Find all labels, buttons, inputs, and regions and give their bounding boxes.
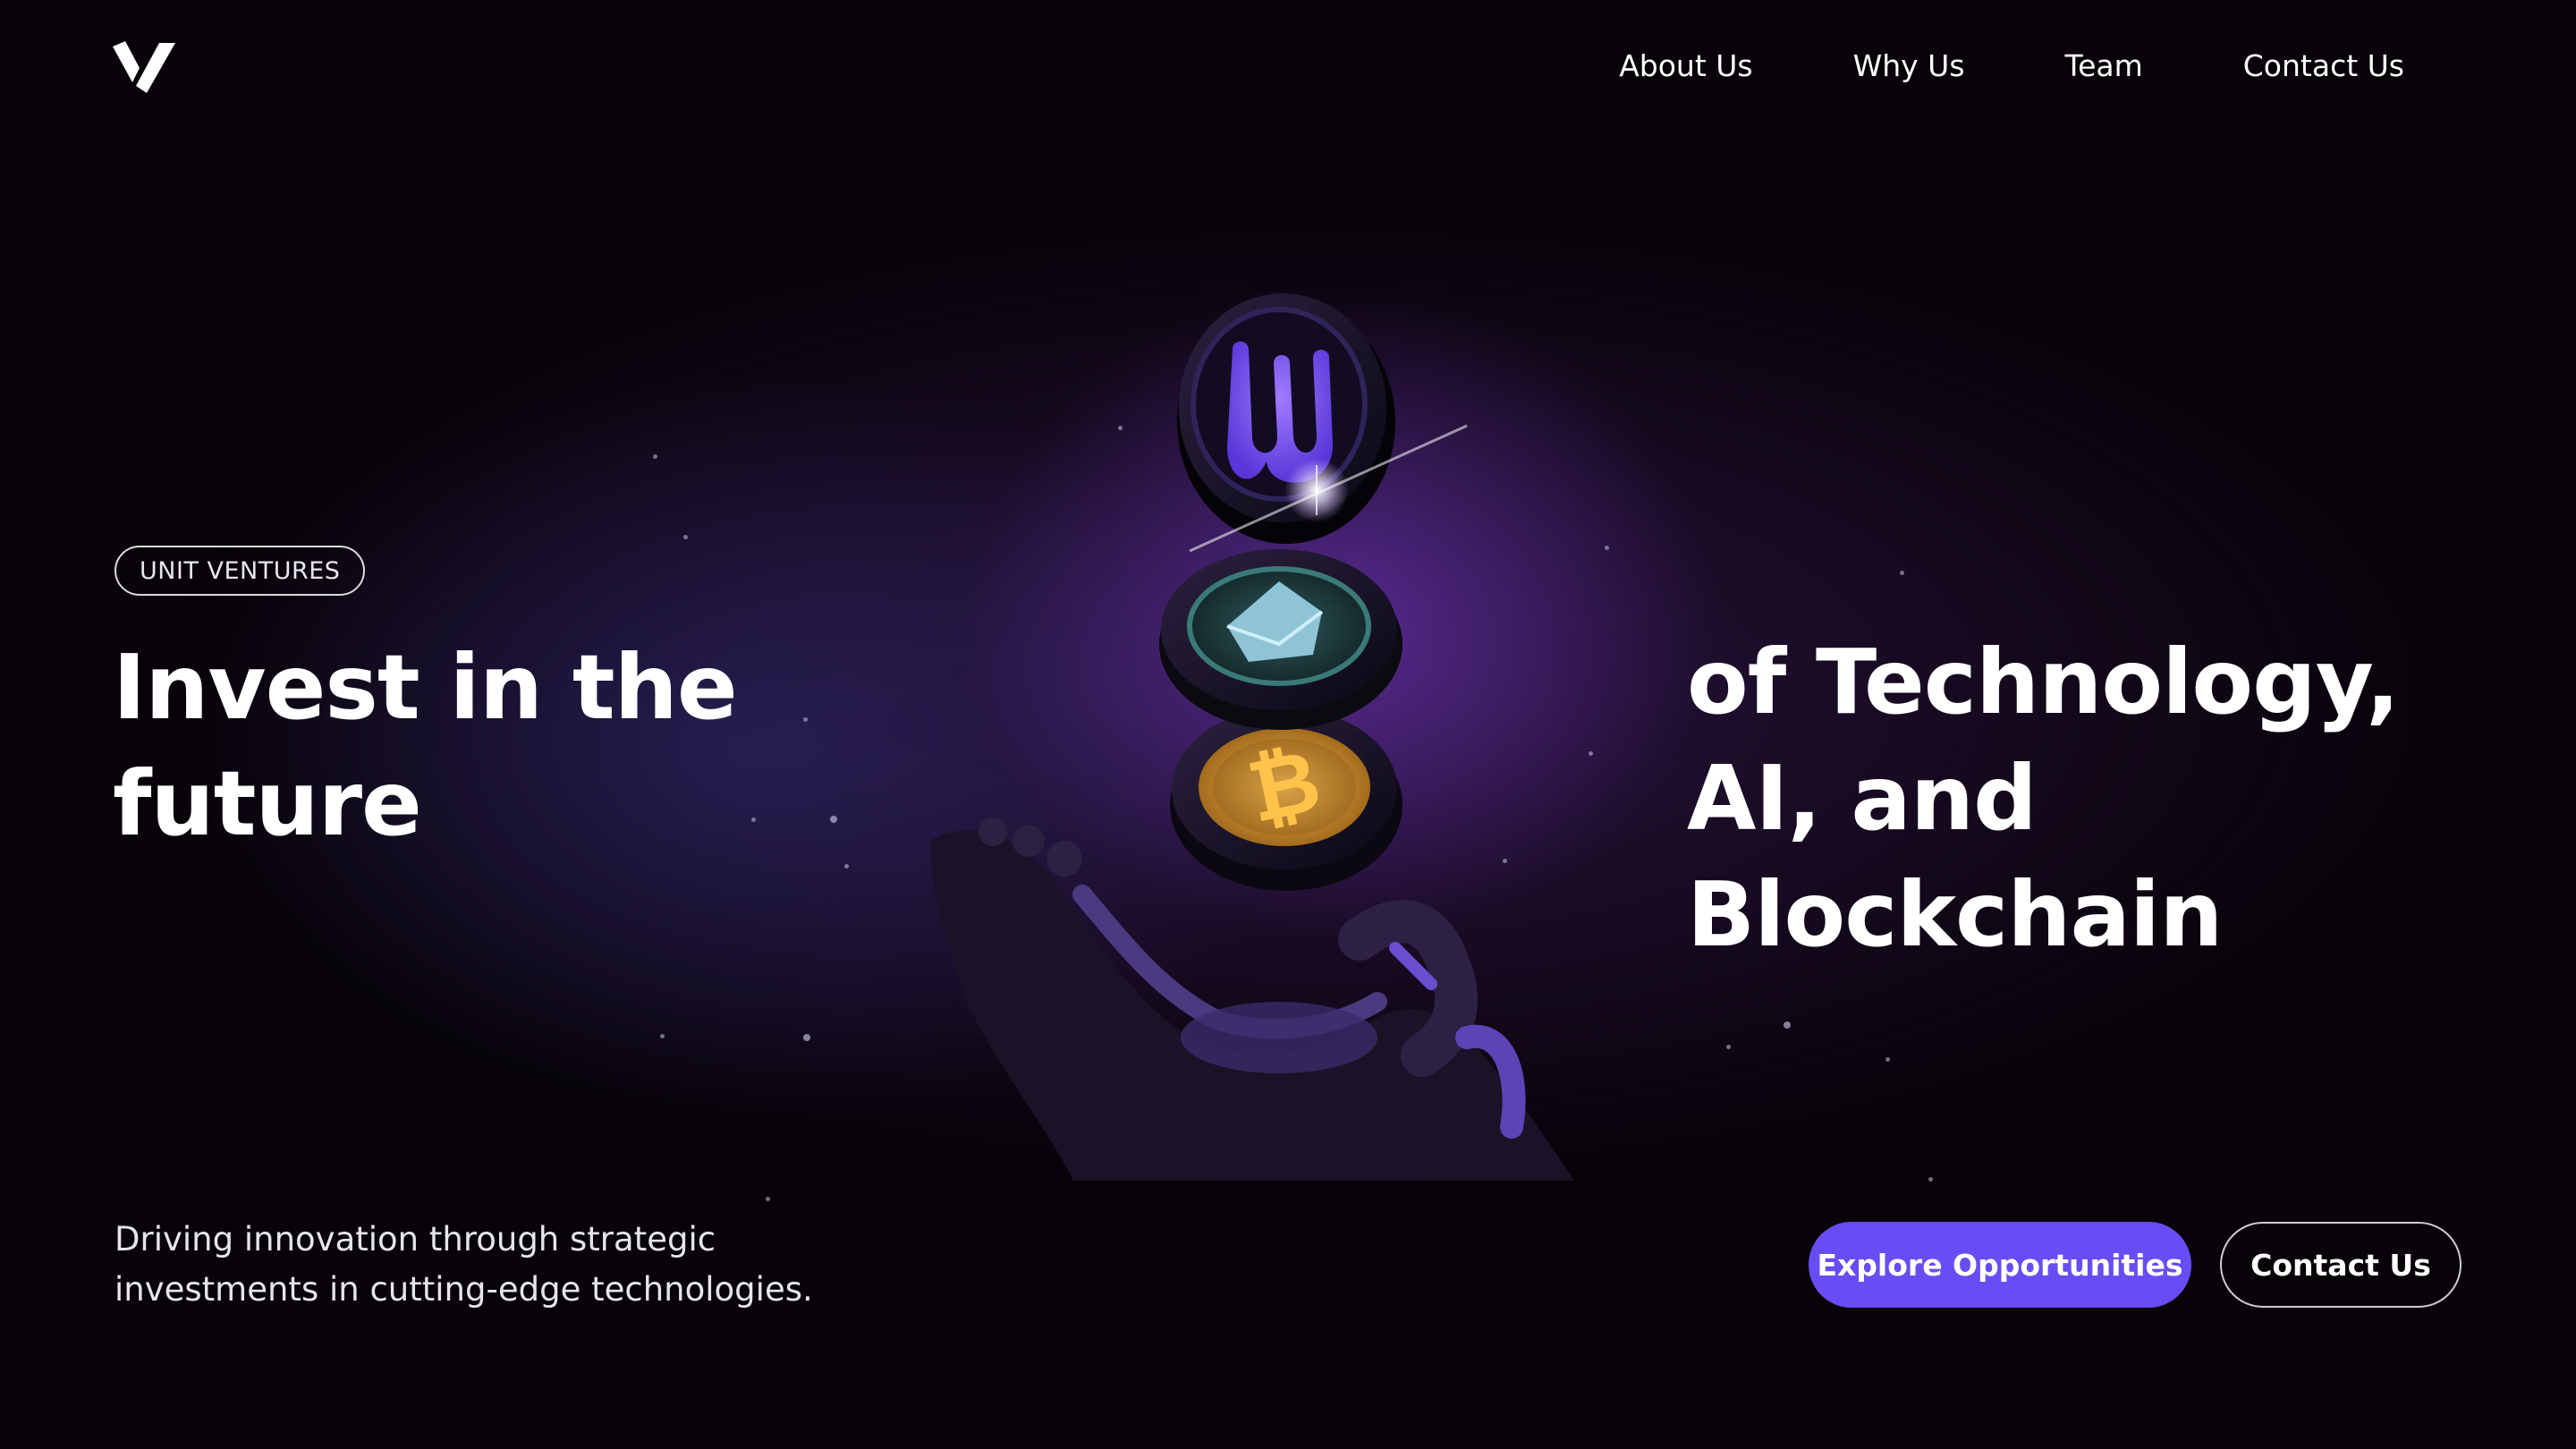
bitcoin-token-icon: ₿ [1170,708,1402,891]
nav-link-about-us[interactable]: About Us [1619,48,1752,83]
nav-link-team[interactable]: Team [2065,48,2143,83]
nav-link-why-us[interactable]: Why Us [1853,48,1965,83]
hero-subtext: Driving innovation through strategic inv… [114,1220,813,1309]
top-nav: About Us Why Us Team Contact Us [1619,48,2404,83]
v-checkmark-logo-icon[interactable] [113,41,175,93]
headline-right: of Technology, AI, and Blockchain [1687,630,2400,967]
explore-opportunities-button[interactable]: Explore Opportunities [1809,1222,2191,1308]
envelope-token-icon [1159,549,1402,730]
contact-us-button[interactable]: Contact Us [2220,1222,2462,1308]
crypto-tokens-illustration: ₿ [930,293,1574,1181]
brand-badge: UNIT VENTURES [114,546,366,596]
nav-link-contact-us[interactable]: Contact Us [2243,48,2404,83]
headline-left: Invest in the future [113,635,738,856]
